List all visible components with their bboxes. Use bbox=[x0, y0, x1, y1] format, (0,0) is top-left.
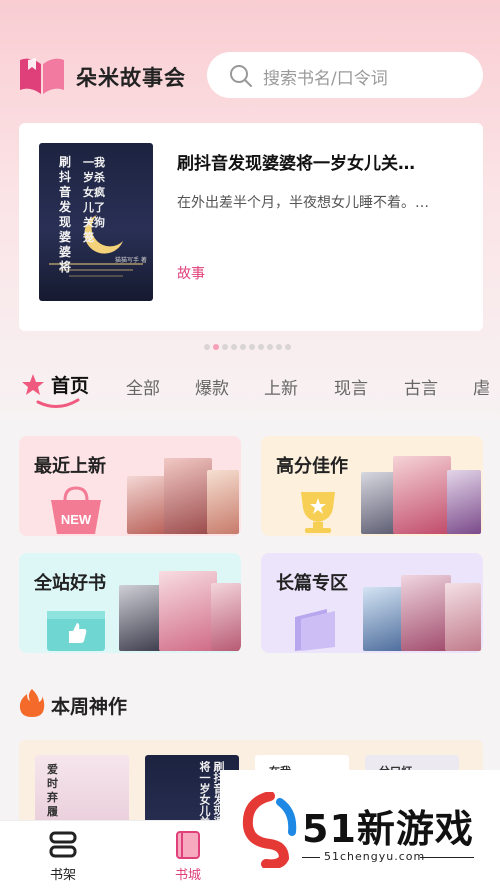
trophy-icon bbox=[301, 492, 335, 533]
book-cover-thumb bbox=[127, 476, 167, 534]
shopping-bag-icon: NEW bbox=[51, 486, 101, 534]
star-icon bbox=[22, 374, 44, 395]
featured-title[interactable]: 刷抖音发现婆婆将一岁女儿关… bbox=[177, 149, 467, 174]
category-label: 最近上新 bbox=[34, 456, 106, 477]
category-card-long-novels[interactable]: 长篇专区 bbox=[261, 553, 483, 653]
cover-author: 猫猫写手 著 bbox=[115, 257, 147, 264]
cover-title-col1: 刷抖音发现婆婆将 bbox=[59, 155, 72, 274]
watermark-logo-icon bbox=[242, 792, 297, 868]
bookstore-icon bbox=[176, 831, 200, 859]
category-card-best-books[interactable]: 全站好书 bbox=[19, 553, 241, 653]
book-cover-thumb bbox=[447, 470, 481, 534]
watermark-rule bbox=[302, 857, 320, 858]
book-cover-thumb bbox=[211, 583, 241, 651]
book-cover-thumb bbox=[164, 458, 212, 534]
book-cover-thumb bbox=[207, 470, 239, 534]
category-label: 高分佳作 bbox=[276, 456, 348, 477]
book-cover-thumb bbox=[401, 575, 451, 651]
featured-book-card[interactable]: 刷抖音发现婆婆将 一我岁杀女疯儿了关狗笼 猫猫写手 著 刷抖音发现婆婆将一岁女儿… bbox=[19, 123, 483, 331]
category-label: 长篇专区 bbox=[276, 573, 348, 594]
category-label: 全站好书 bbox=[34, 573, 106, 594]
tab-angst[interactable]: 虐 bbox=[473, 374, 490, 399]
carousel-dot[interactable] bbox=[285, 344, 291, 350]
category-card-recent[interactable]: 最近上新 NEW bbox=[19, 436, 241, 536]
tab-modern-romance[interactable]: 现言 bbox=[334, 374, 368, 399]
carousel-dot[interactable] bbox=[240, 344, 246, 350]
watermark-rule bbox=[420, 857, 474, 858]
category-card-top-rated[interactable]: 高分佳作 bbox=[261, 436, 483, 536]
carousel-dots bbox=[204, 344, 291, 352]
tab-underline-icon bbox=[36, 398, 80, 408]
tab-home[interactable]: 首页 bbox=[51, 371, 89, 398]
cover-title-col2: 一我岁杀女疯儿了关狗笼 bbox=[83, 156, 105, 244]
carousel-dot[interactable] bbox=[249, 344, 255, 350]
tab-all[interactable]: 全部 bbox=[126, 374, 160, 399]
carousel-dot-active[interactable] bbox=[213, 344, 219, 350]
search-icon bbox=[230, 65, 252, 87]
flame-icon bbox=[19, 689, 45, 717]
tab-new[interactable]: 上新 bbox=[264, 374, 298, 399]
watermark-url: 51chengyu.com bbox=[324, 850, 426, 863]
header: 朵米故事会 搜索书名/口令词 bbox=[0, 50, 500, 102]
new-badge: NEW bbox=[61, 512, 92, 527]
book-cover-thumb bbox=[445, 583, 481, 651]
featured-book-cover[interactable]: 刷抖音发现婆婆将 一我岁杀女疯儿了关狗笼 猫猫写手 著 bbox=[39, 143, 153, 301]
book-stack-icon bbox=[295, 609, 335, 651]
cover-title: 爱时弃履 bbox=[47, 763, 58, 818]
watermark-overlay: 51新游戏 51chengyu.com bbox=[220, 770, 500, 889]
book-cover-thumb bbox=[393, 456, 451, 534]
app-name: 朵米故事会 bbox=[76, 66, 186, 90]
carousel-dot[interactable] bbox=[222, 344, 228, 350]
watermark-text: 51新游戏 bbox=[302, 807, 474, 851]
carousel-dot[interactable] bbox=[231, 344, 237, 350]
carousel-dot[interactable] bbox=[276, 344, 282, 350]
featured-tag[interactable]: 故事 bbox=[177, 263, 205, 283]
tab-hot[interactable]: 爆款 bbox=[195, 374, 229, 399]
book-cover-thumb bbox=[159, 571, 217, 651]
nav-shelf[interactable]: 书架 bbox=[33, 829, 93, 883]
weekly-book-cover[interactable]: 爱时弃履 bbox=[35, 755, 129, 830]
tab-ancient-romance[interactable]: 古言 bbox=[404, 374, 438, 399]
bookshelf-icon bbox=[49, 831, 77, 858]
category-tabs: 首页 全部 爆款 上新 现言 古言 虐 bbox=[0, 368, 500, 418]
book-logo-icon bbox=[20, 58, 64, 94]
search-placeholder: 搜索书名/口令词 bbox=[263, 69, 388, 89]
featured-description: 在外出差半个月，半夜想女儿睡不着。… bbox=[177, 195, 429, 211]
section-title: 本周神作 bbox=[51, 696, 128, 718]
carousel-dot[interactable] bbox=[258, 344, 264, 350]
nav-shelf-label: 书架 bbox=[49, 868, 76, 883]
search-input[interactable]: 搜索书名/口令词 bbox=[207, 52, 483, 98]
thumbs-up-book-icon bbox=[47, 611, 105, 651]
carousel-dot[interactable] bbox=[204, 344, 210, 350]
nav-store-label: 书城 bbox=[174, 868, 201, 883]
nav-store[interactable]: 书城 bbox=[158, 829, 218, 883]
carousel-dot[interactable] bbox=[267, 344, 273, 350]
